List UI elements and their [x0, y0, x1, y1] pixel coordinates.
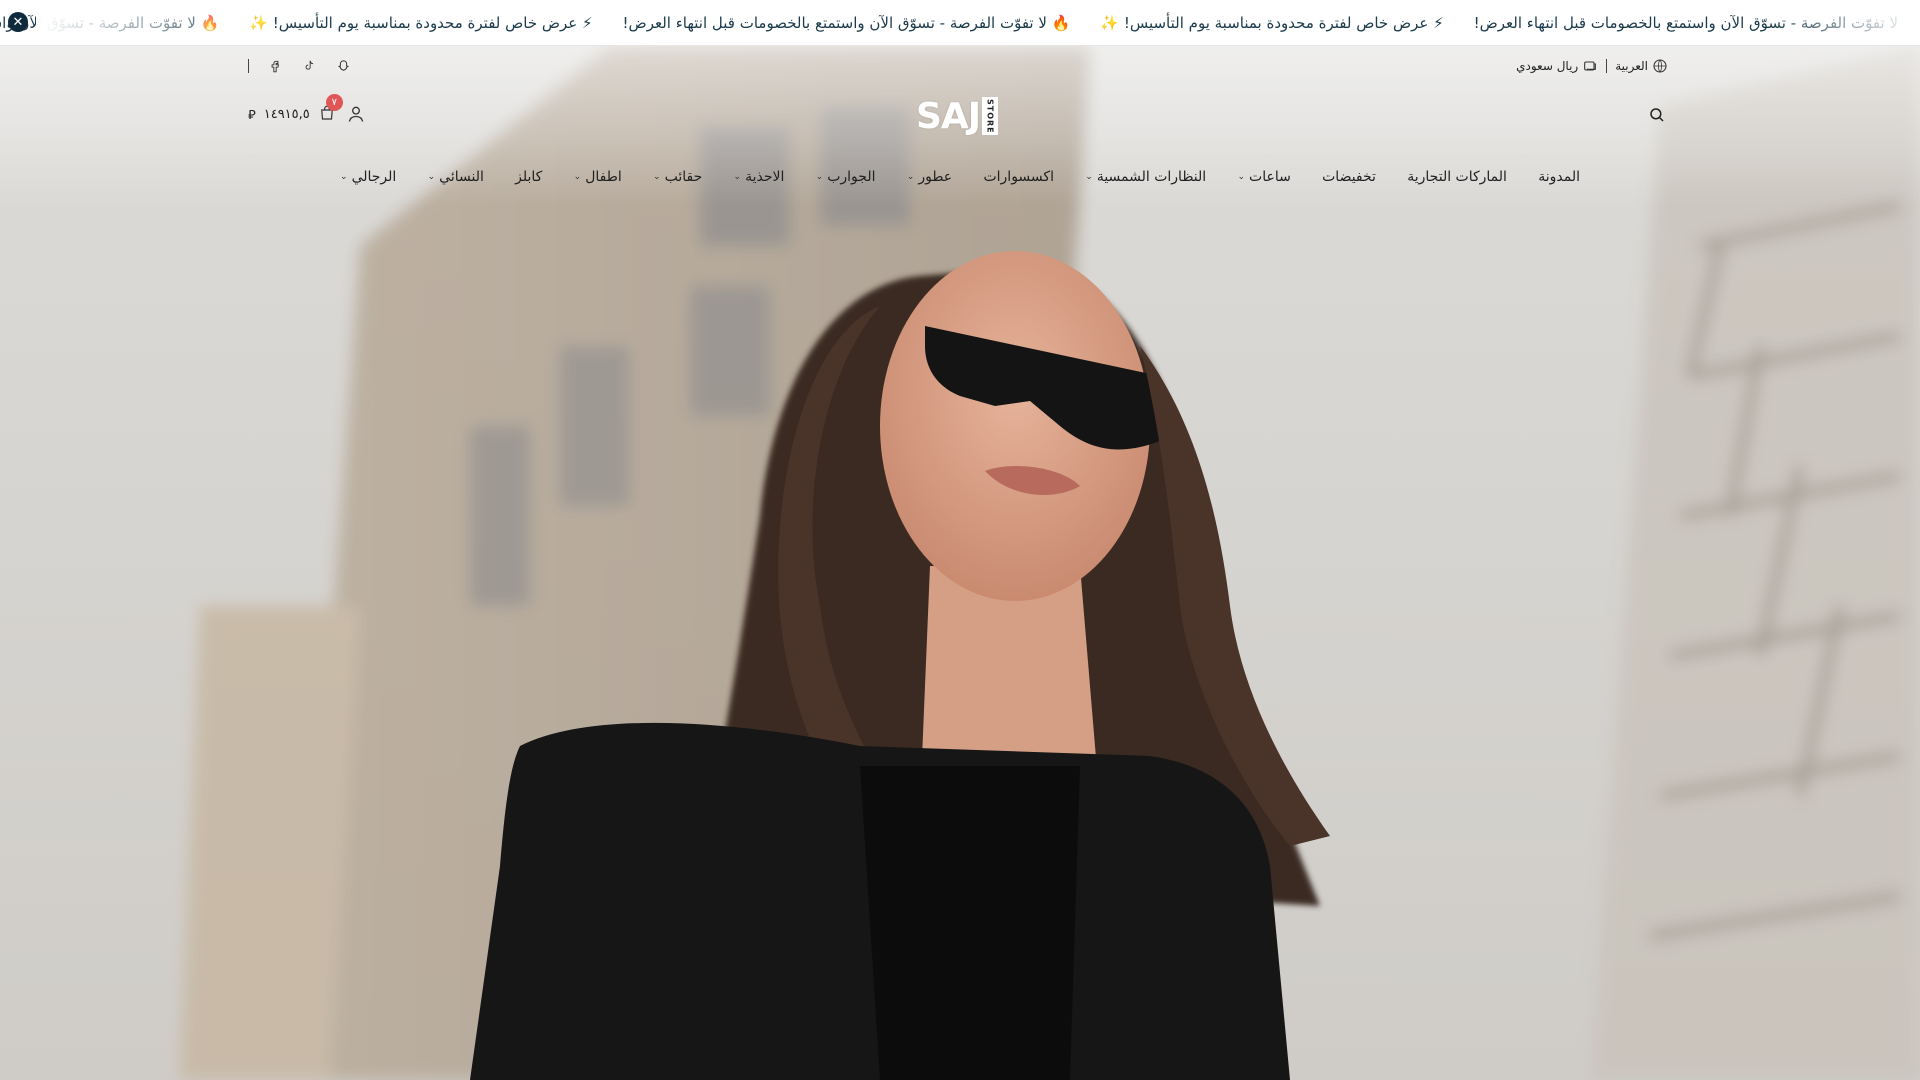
nav-label: ساعات: [1249, 169, 1291, 185]
cart-count-badge: ٧: [325, 94, 343, 111]
nav-item-couples[interactable]: كابلز: [515, 169, 542, 185]
nav-label: الرجالي: [351, 169, 397, 185]
chevron-down-icon: ⌄: [733, 172, 742, 182]
announcement-message: ⚡ عرض خاص لفترة محدودة بمناسبة يوم التأس…: [1100, 14, 1444, 32]
nav-label: اكسسوارات: [983, 169, 1054, 185]
nav-label: تخفيضات: [1322, 169, 1376, 185]
nav-label: عطور: [918, 169, 953, 185]
chevron-down-icon: ⌄: [815, 172, 824, 182]
chevron-down-icon: ⌄: [653, 172, 661, 182]
language-selector[interactable]: العربية: [1615, 58, 1668, 74]
divider: [248, 59, 249, 73]
tiktok-icon[interactable]: [301, 58, 317, 74]
logo-sub: STORE: [982, 97, 999, 135]
nav-label: الجوارب: [827, 169, 876, 185]
currency-selector[interactable]: ريال سعودي: [1516, 58, 1598, 74]
search-icon: [1650, 108, 1664, 122]
globe-icon: [1653, 59, 1667, 73]
main-navigation: الرجالي ⌄ النسائي ⌄ كابلز اطفال ⌄ حقائب ⌄ ال…: [340, 164, 1580, 190]
currency-symbol: ⃁: [248, 107, 256, 123]
utility-bar: ريال سعودي العربية: [248, 54, 1668, 78]
announcement-message: ⚡ عرض خاص لفترة محدودة بمناسبة يوم التأس…: [249, 14, 593, 32]
announcement-message: 🔥 لا تفوّت الفرصة - تسوّق الآن واستمتع ب…: [622, 14, 1071, 32]
account-button[interactable]: [346, 104, 366, 124]
close-icon[interactable]: ✕: [8, 12, 28, 32]
logo-text: SAJ: [916, 95, 981, 137]
nav-item-kids[interactable]: اطفال ⌄: [574, 169, 622, 185]
announcement-marquee: 🔥 لا تفوّت الفرصة - تسوّق الآن واستمتع ب…: [0, 0, 1898, 45]
currency-label: ريال سعودي: [1516, 59, 1579, 73]
nav-label: الماركات التجارية: [1407, 169, 1507, 185]
nav-item-women[interactable]: النسائي ⌄: [428, 169, 484, 185]
chevron-down-icon: ⌄: [573, 172, 582, 182]
nav-item-brands[interactable]: الماركات التجارية: [1407, 169, 1507, 185]
snapchat-icon[interactable]: [335, 58, 351, 74]
announcement-message: لا تفوّت الفرصة - تسوّق الآن واستمتع بال…: [1473, 14, 1898, 32]
money-icon: [1584, 61, 1597, 71]
nav-item-perfumes[interactable]: عطور ⌄: [907, 169, 952, 185]
nav-item-bags[interactable]: حقائب ⌄: [653, 169, 702, 185]
search-button[interactable]: [1648, 106, 1668, 126]
user-icon: [348, 106, 364, 122]
nav-item-watches[interactable]: ساعات ⌄: [1237, 169, 1290, 185]
site-logo[interactable]: SAJ STORE: [916, 94, 1000, 138]
nav-label: الاحذية: [745, 169, 785, 185]
divider: [1606, 59, 1608, 73]
announcement-bar: ✕ 🔥 لا تفوّت الفرصة - تسوّق الآن واستمتع…: [0, 0, 1920, 46]
nav-label: كابلز: [515, 169, 543, 185]
cart-total: ١٤٩١٥,٥: [263, 106, 310, 122]
announcement-message: 🔥 لا تفوّت الفرصة - تسوّق الآن واستمتع ب…: [0, 14, 220, 32]
nav-item-blog[interactable]: المدونة: [1538, 169, 1580, 185]
nav-label: اطفال: [585, 169, 622, 185]
facebook-icon[interactable]: [267, 58, 283, 74]
chevron-down-icon: ⌄: [340, 172, 348, 182]
chevron-down-icon: ⌄: [906, 172, 915, 182]
nav-label: النظارات الشمسية: [1096, 169, 1207, 185]
chevron-down-icon: ⌄: [427, 172, 436, 182]
cart-summary[interactable]: ⃁ ١٤٩١٥,٥ ٧: [248, 94, 366, 124]
chevron-down-icon: ⌄: [1237, 172, 1246, 182]
chevron-down-icon: ⌄: [1085, 172, 1093, 182]
nav-label: المدونة: [1538, 169, 1580, 185]
nav-item-sunglasses[interactable]: النظارات الشمسية ⌄: [1085, 169, 1206, 185]
language-label: العربية: [1615, 59, 1648, 73]
nav-item-shoes[interactable]: الاحذية ⌄: [734, 169, 785, 185]
main-header: ⃁ ١٤٩١٥,٥ ٧ SAJ STORE: [248, 92, 1668, 142]
nav-label: النسائي: [439, 169, 484, 185]
nav-item-sale[interactable]: تخفيضات: [1322, 169, 1376, 185]
nav-item-men[interactable]: الرجالي ⌄: [340, 169, 396, 185]
cart-button[interactable]: ٧: [318, 94, 343, 124]
locale-switcher: ريال سعودي العربية: [1516, 58, 1668, 74]
nav-label: حقائب: [664, 169, 703, 185]
nav-item-accessories[interactable]: اكسسوارات: [983, 169, 1054, 185]
social-links: [248, 58, 351, 74]
nav-item-socks[interactable]: الجوارب ⌄: [816, 169, 876, 185]
